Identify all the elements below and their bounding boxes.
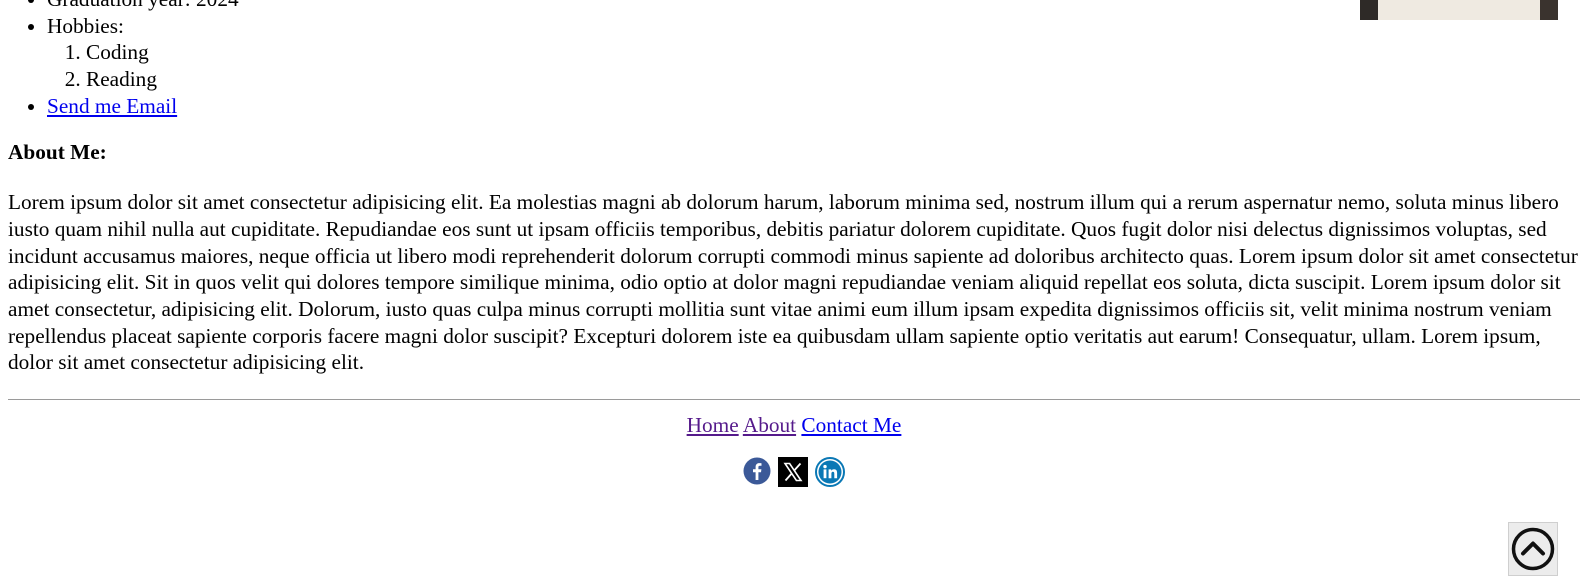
linkedin-icon — [815, 457, 846, 488]
hobby-item: Coding — [86, 39, 1580, 66]
nav-link-home[interactable]: Home — [687, 413, 739, 437]
send-email-link[interactable]: Send me Email — [47, 94, 177, 118]
footer-nav: Home About Contact Me — [8, 412, 1580, 439]
x-icon — [778, 457, 808, 488]
footer-divider — [8, 399, 1580, 401]
social-links — [8, 457, 1580, 489]
hobbies-label: Hobbies: — [47, 13, 124, 38]
facebook-link[interactable] — [743, 457, 771, 485]
about-text: Lorem ipsum dolor sit amet consectetur a… — [8, 190, 1578, 375]
x-link[interactable] — [778, 457, 808, 488]
scroll-to-top-button[interactable] — [1508, 522, 1558, 576]
hobby-item: Reading — [86, 66, 1580, 93]
graduation-item: Graduation year: 2024 — [47, 0, 1580, 13]
facebook-icon — [743, 457, 771, 485]
hobbies-item: Hobbies: Coding Reading — [47, 13, 1580, 93]
chevron-up-circle-icon — [1511, 527, 1555, 571]
nav-link-contact[interactable]: Contact Me — [801, 413, 901, 437]
nav-link-about[interactable]: About — [743, 413, 796, 437]
email-item: Send me Email — [47, 93, 1580, 120]
about-heading: About Me: — [8, 140, 107, 165]
page-content: Graduation year: 2024 Hobbies: Coding Re… — [8, 0, 1580, 489]
linkedin-link[interactable] — [815, 457, 846, 488]
details-list: Graduation year: 2024 Hobbies: Coding Re… — [8, 0, 1580, 119]
hobby-list: Coding Reading — [47, 39, 1580, 92]
